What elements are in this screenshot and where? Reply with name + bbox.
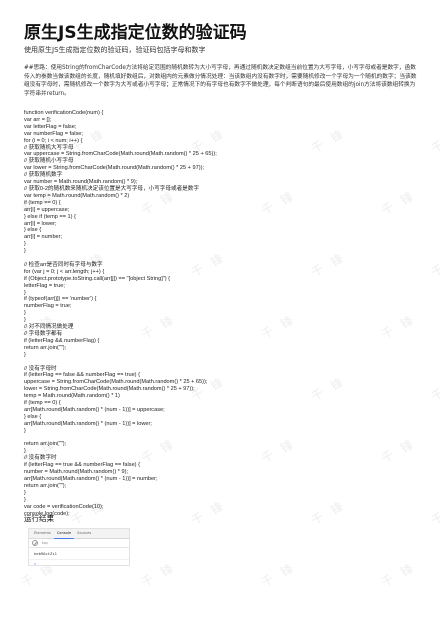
- watermark-text: 千 锋: [139, 560, 179, 590]
- code-line: }: [24, 241, 26, 248]
- code-line: function verificationCode(num) {: [24, 110, 104, 116]
- devtools-tab-bar: Elements Console Sources: [29, 529, 129, 539]
- code-line: }: [24, 489, 26, 496]
- code-line: var number = Math.round(Math.random() * …: [24, 179, 138, 186]
- code-line: // 检查arr是否同时有字母与数字: [24, 261, 103, 268]
- code-line: return arr.join("");: [24, 344, 67, 351]
- code-line: // 没有数字时: [24, 455, 57, 462]
- code-block: function verificationCode(num) {var arr …: [24, 110, 420, 517]
- code-line: var uppercase = String.fromCharCode(Math…: [24, 151, 217, 158]
- code-line: number = Math.round(Math.random() * 9);: [24, 469, 128, 476]
- page-subtitle: 使用原生JS生成指定位数的验证码，验证码包括字母和数字: [24, 46, 206, 54]
- code-line: // 获取随机小写字母: [24, 158, 74, 165]
- page-title: 原生JS生成指定位数的验证码: [24, 23, 247, 43]
- code-line: } else {: [24, 227, 42, 234]
- code-line: numberFlag = true;: [24, 303, 72, 310]
- code-line: }: [24, 289, 26, 296]
- code-line: } else {: [24, 413, 42, 420]
- code-line: } else if (temp == 1) {: [24, 213, 76, 220]
- watermark-text: 千 锋: [429, 126, 440, 156]
- code-line: lower = String.fromCharCode(Math.round(M…: [24, 386, 195, 393]
- code-line: for (i = 0; i < num; i++) {: [24, 137, 83, 144]
- code-line: var code = verificationCode(10);: [24, 503, 104, 510]
- code-line: arr[Math.round(Math.random() * (num - 1)…: [24, 420, 152, 427]
- code-line: // 对不同情况做处理: [24, 324, 74, 331]
- console-output-line: keb9OctZi1: [29, 548, 129, 560]
- code-line: arr[Math.round(Math.random() * (num - 1)…: [24, 475, 158, 482]
- code-line: // 没有字母时: [24, 365, 57, 372]
- code-line: var lower = String.fromCharCode(Math.rou…: [24, 165, 205, 172]
- code-line: }: [24, 496, 26, 503]
- code-line: return arr.join("");: [24, 482, 67, 489]
- code-line: if (temp == 0) {: [24, 199, 61, 206]
- code-line: if (letterFlag && numberFlag) {: [24, 337, 100, 344]
- code-line: console.log(code);: [24, 510, 70, 517]
- code-line: // 获取随机大写字母: [24, 144, 74, 151]
- code-line: var letterFlag = false;: [24, 123, 77, 130]
- code-line: // 字母数字都有: [24, 330, 63, 337]
- code-line: if (temp == 0) {: [24, 400, 61, 407]
- watermark-text: 千 锋: [259, 560, 299, 590]
- code-line: var numberFlag = false;: [24, 130, 83, 137]
- context-selector[interactable]: top: [42, 541, 48, 545]
- tab-sources[interactable]: Sources: [74, 529, 94, 538]
- code-line: temp = Math.round(Math.random() * 1): [24, 393, 120, 400]
- clear-console-icon[interactable]: [32, 540, 38, 546]
- code-line: for (var j = 0; j < arr.length; j++) {: [24, 268, 105, 275]
- code-line: var temp = Math.round(Math.random() * 2): [24, 192, 130, 199]
- code-line: letterFlag = true;: [24, 282, 65, 289]
- code-line: }: [24, 310, 26, 317]
- tab-elements[interactable]: Elements: [31, 529, 54, 538]
- intro-paragraph: ##思路：使用String的fromCharCode方法将给定范围的随机数转为大…: [24, 65, 417, 97]
- code-line: arr[i] = lower;: [24, 220, 57, 227]
- code-line: // 获取随机数字: [24, 172, 63, 179]
- code-line: if (typeof(arr[j]) == 'number') {: [24, 296, 97, 303]
- code-line: // 获取0-2的随机数来随机决定该位置是大写字母，小写字母或者是数字: [24, 185, 199, 192]
- code-line: }: [24, 427, 26, 434]
- watermark-text: 千 锋: [429, 250, 440, 280]
- code-line: }: [24, 317, 26, 324]
- code-line: if (Object.prototype.toString.call(arr[j…: [24, 275, 171, 282]
- code-line: uppercase = String.fromCharCode(Math.rou…: [24, 379, 208, 386]
- tab-console[interactable]: Console: [53, 529, 75, 539]
- code-line: return arr.join("");: [24, 441, 67, 448]
- document-page: 千 锋千 锋千 锋千 锋千 锋千 锋千 锋千 锋千 锋千 锋千 锋千 锋千 锋千…: [0, 0, 440, 620]
- code-line: }: [24, 448, 26, 455]
- devtools-console-screenshot: Elements Console Sources top keb9OctZi1 …: [28, 528, 130, 566]
- code-line: if (letterFlag == true && numberFlag == …: [24, 462, 140, 469]
- code-line: arr[i] = uppercase;: [24, 206, 70, 213]
- code-line: arr[i] = number;: [24, 234, 63, 241]
- code-line: var arr = [];: [24, 116, 52, 123]
- watermark-text: 千 锋: [429, 498, 440, 528]
- code-line: }: [24, 351, 26, 358]
- console-prompt[interactable]: >: [29, 560, 129, 565]
- code-line: }: [24, 248, 26, 255]
- result-heading: 运行结果: [24, 514, 54, 523]
- watermark-text: 千 锋: [379, 560, 419, 590]
- console-toolbar: top: [29, 539, 129, 548]
- code-line: arr[Math.round(Math.random() * (num - 1)…: [24, 406, 165, 413]
- code-line: if (letterFlag == false && numberFlag ==…: [24, 372, 140, 379]
- watermark-text: 千 锋: [429, 374, 440, 404]
